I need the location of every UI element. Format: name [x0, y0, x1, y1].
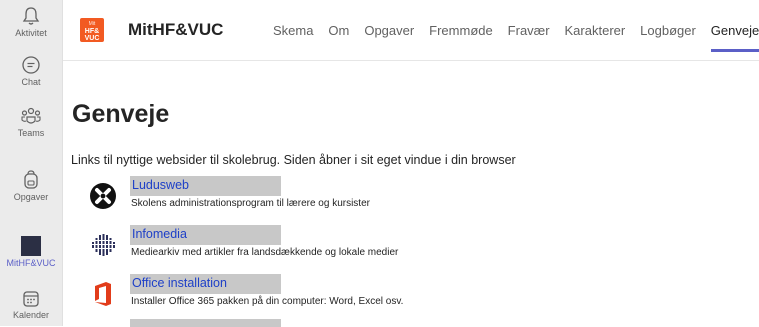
- rail-label: Chat: [21, 77, 41, 87]
- app-header: Mit HF& VUC MitHF&VUC Skema Om Opgaver F…: [63, 0, 759, 61]
- tab-bar: Skema Om Opgaver Fremmøde Fravær Karakte…: [273, 22, 759, 52]
- backpack-icon: [24, 170, 38, 189]
- rail-item-aktivitet[interactable]: Aktivitet: [0, 6, 62, 38]
- ludus-icon[interactable]: [89, 182, 117, 210]
- infomedia-icon[interactable]: [89, 231, 117, 259]
- main-content: Genveje Links til nyttige websider til s…: [63, 61, 759, 327]
- tab-fravaer[interactable]: Fravær: [508, 23, 550, 52]
- page-title: Genveje: [72, 100, 170, 128]
- logo-text-small: Mit: [88, 21, 96, 27]
- link-description: Mediearkiv med artikler fra landsdækkend…: [131, 247, 399, 258]
- app-rail: Aktivitet Chat Teams Opgaver MitHF&VUC K…: [0, 0, 63, 326]
- rail-item-kalender[interactable]: Kalender: [0, 290, 62, 320]
- rail-label: Aktivitet: [15, 28, 47, 38]
- chat-icon: [22, 56, 40, 74]
- app-name: MitHF&VUC: [128, 20, 224, 39]
- link-description: Installer Office 365 pakken på din compu…: [131, 296, 404, 307]
- rail-item-mithfvuc[interactable]: MitHF&VUC: [0, 236, 62, 268]
- tab-om[interactable]: Om: [328, 23, 349, 52]
- tab-skema[interactable]: Skema: [273, 23, 313, 52]
- teams-icon: [21, 107, 41, 124]
- rail-label: MitHF&VUC: [6, 258, 56, 268]
- link-item-infomedia: Infomedia Mediearkiv med artikler fra la…: [89, 225, 689, 269]
- link-ludusweb[interactable]: Ludusweb: [132, 178, 189, 192]
- intro-text: Links til nyttige websider til skolebrug…: [71, 153, 516, 167]
- calendar-icon: [23, 291, 39, 307]
- rail-label: Teams: [17, 128, 45, 138]
- link-item-office: Office installation Installer Office 365…: [89, 274, 689, 318]
- link-description: Skolens administrationsprogram til lærer…: [131, 198, 370, 209]
- link-item-ludusweb: Ludusweb Skolens administrationsprogram …: [89, 176, 689, 220]
- bell-icon: [22, 7, 40, 25]
- rail-item-teams[interactable]: Teams: [0, 106, 62, 138]
- rail-item-chat[interactable]: Chat: [0, 55, 62, 87]
- rail-label: Opgaver: [13, 192, 49, 202]
- app-tile-icon: [21, 236, 41, 256]
- tab-karakterer[interactable]: Karakterer: [565, 23, 626, 52]
- link-infomedia[interactable]: Infomedia: [132, 227, 187, 241]
- link-office-installation[interactable]: Office installation: [132, 276, 227, 290]
- logo-text-line1: HF&: [84, 28, 100, 35]
- rail-item-opgaver[interactable]: Opgaver: [0, 170, 62, 202]
- tab-fremmoede[interactable]: Fremmøde: [429, 23, 493, 52]
- logo-text-line2: VUC: [84, 35, 100, 42]
- tab-opgaver[interactable]: Opgaver: [364, 23, 414, 52]
- tab-genveje[interactable]: Genveje: [710, 23, 759, 52]
- tab-logboeger[interactable]: Logbøger: [640, 23, 696, 52]
- office-icon[interactable]: [89, 280, 117, 308]
- rail-label: Kalender: [12, 310, 50, 320]
- app-logo: Mit HF& VUC: [80, 18, 104, 42]
